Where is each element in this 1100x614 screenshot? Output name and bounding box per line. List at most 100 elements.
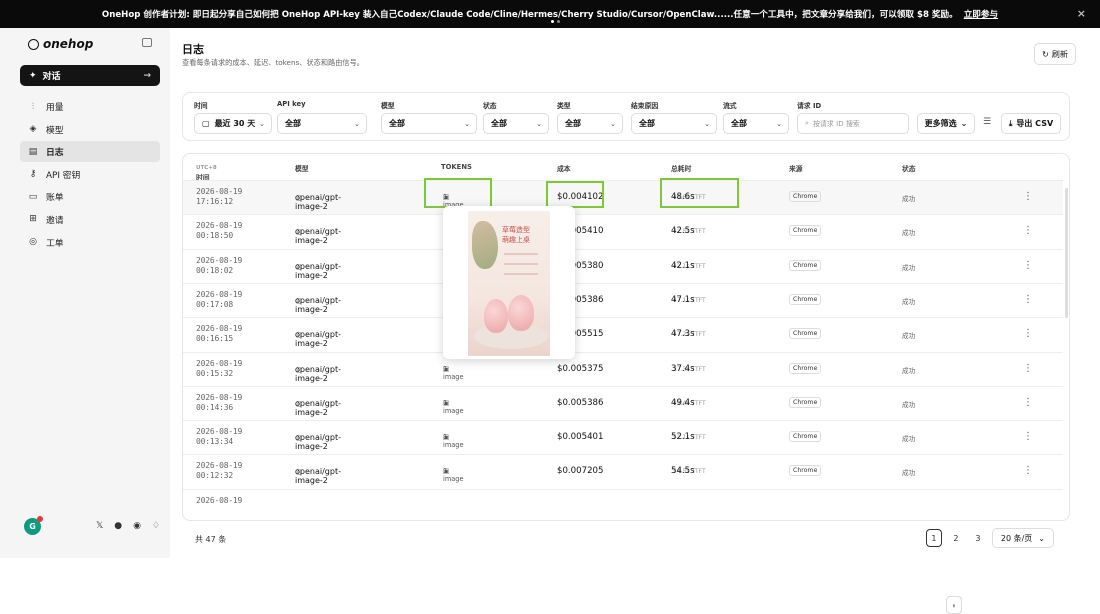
page-subtitle: 查看每条请求的成本、延迟、tokens、状态和路由信号。: [182, 58, 364, 67]
apikey-filter-value: 全部: [285, 119, 301, 128]
export-csv-button[interactable]: ⤓ 导出 CSV: [1001, 113, 1061, 134]
apikey-filter-select[interactable]: 全部 ⌄: [277, 113, 367, 134]
pagination: ‹ 1 2 3 › 20 条/页 ⌄: [925, 528, 1054, 614]
preview-title-line2: 萌趣上桌: [502, 236, 530, 244]
col-time-tz: UTC+8: [196, 165, 217, 171]
generated-image-thumbnail[interactable]: 草莓造型 萌趣上桌: [468, 211, 550, 356]
gift-icon: ⊞: [29, 214, 37, 225]
row-status: 成功: [902, 469, 916, 478]
row-duration-value: 37.4s: [671, 363, 695, 374]
row-source-badge: Chrome: [789, 225, 822, 237]
row-time: 2026-08-19 00:17:08: [196, 289, 256, 309]
sidebar-item-label: 模型: [46, 125, 64, 136]
table-header: 时间 UTC+8 模型 TOKENS 成本 总耗时 来源 状态: [183, 154, 1069, 182]
row-time: 2026-08-19 00:12:32: [196, 461, 256, 480]
row-status: 成功: [902, 195, 916, 203]
row-status: 成功: [902, 229, 916, 238]
banner-pager-dots[interactable]: [551, 20, 560, 23]
page-size-select[interactable]: 20 条/页 ⌄: [991, 528, 1054, 548]
row-more-icon[interactable]: ⋮: [1023, 328, 1033, 339]
type-filter-select[interactable]: 全部 ⌄: [557, 113, 623, 134]
telegram-icon[interactable]: ●: [114, 521, 122, 531]
row-status: 成功: [902, 332, 916, 341]
row-date: 2026-08-19: [196, 221, 243, 231]
x-icon[interactable]: 𝕏: [96, 521, 103, 531]
time-filter-select[interactable]: ▢ 最近 30 天 ⌄: [194, 113, 272, 134]
status-filter-value: 全部: [491, 119, 507, 128]
table-row[interactable]: 2026-08-19 00:15:32 ◎ openai/gpt-image-2 ▣ 1…: [183, 351, 1063, 386]
col-duration: 总耗时: [671, 165, 692, 173]
page-2-button[interactable]: 2: [948, 529, 964, 547]
sidebar-collapse-icon[interactable]: [142, 38, 152, 47]
row-more-icon[interactable]: ⋮: [1023, 363, 1033, 374]
next-page-button[interactable]: ›: [945, 596, 962, 614]
table-row[interactable]: 2026-08-1900:16:15◎openai/gpt-image-2▣ 1…: [183, 317, 1063, 351]
row-more-icon[interactable]: ⋮: [1023, 260, 1033, 271]
row-status: 成功: [902, 435, 916, 444]
chevron-down-icon: ⌄: [776, 119, 782, 128]
onehop-logo[interactable]: onehop: [28, 37, 93, 51]
more-filters-button[interactable]: 更多筛选 ⌄: [917, 113, 975, 134]
row-source-badge: Chrome: [789, 465, 822, 477]
row-date: 2026-08-19: [196, 495, 243, 505]
stream-filter-select[interactable]: 全部 ⌄: [723, 113, 789, 134]
row-more-icon[interactable]: ⋮: [1023, 431, 1033, 442]
total-count: 共 47 条: [195, 535, 227, 544]
announcement-banner: OneHop 创作者计划: 即日起分享自己如何把 OneHop API-key …: [0, 0, 1100, 28]
columns-icon[interactable]: ☰: [983, 117, 991, 127]
row-more-icon[interactable]: ⋮: [1023, 465, 1033, 476]
row-clock: 00:18:50: [196, 231, 233, 241]
row-time: 2026-08-19 00:14:36: [196, 393, 256, 412]
sidebar-item-tickets[interactable]: ◎ 工单: [20, 232, 160, 253]
chat-button-label: 对话: [42, 72, 61, 82]
sidebar-item-invite[interactable]: ⊞ 邀请: [20, 209, 160, 230]
table-row[interactable]: 2026-08-19 00:14:36 ◎ openai/gpt-image-2 ▣ 1…: [183, 385, 1063, 420]
row-date: 2026-08-19: [196, 289, 243, 299]
reqid-search-input[interactable]: ⌕ 按请求 ID 搜索: [797, 113, 909, 134]
banner-join-link[interactable]: 立即参与: [964, 8, 998, 20]
table-row[interactable]: 2026-08-1900:18:02◎openai/gpt-image-2▣ 1…: [183, 248, 1063, 283]
chat-button[interactable]: ✦ 对话 →: [20, 65, 160, 86]
page-3-button[interactable]: 3: [970, 529, 986, 547]
row-more-icon[interactable]: ⋮: [1023, 191, 1033, 202]
status-filter-select[interactable]: 全部 ⌄: [483, 113, 549, 134]
sidebar-item-label: API 密钥: [46, 170, 81, 181]
table-row[interactable]: 2026-08-19: [183, 488, 1063, 520]
refresh-button[interactable]: ↻ 刷新: [1034, 43, 1076, 65]
avatar[interactable]: G: [24, 515, 43, 535]
row-duration: 42.1s 42.1s TTFT: [671, 261, 706, 271]
sidebar-item-label: 日志: [46, 148, 64, 159]
banner-close-icon[interactable]: ×: [1077, 7, 1086, 20]
table-row[interactable]: 2026-08-19 00:12:32 ◎ openai/gpt-image-2 ▣ 1…: [183, 454, 1063, 488]
log-icon: ▤: [28, 146, 38, 157]
table-row[interactable]: 2026-08-1900:18:50◎openai/gpt-image-2▣ 1…: [183, 214, 1063, 248]
sidebar-item-api-keys[interactable]: ⚷ API 密钥: [20, 164, 160, 185]
page-title: 日志: [182, 43, 204, 56]
table-row[interactable]: 2026-08-19 00:13:34 ◎ openai/gpt-image-2 ▣ 1…: [183, 420, 1063, 454]
bell-icon[interactable]: ♢: [152, 521, 160, 531]
row-clock: 00:18:02: [196, 265, 233, 275]
table-row[interactable]: 2026-08-1900:17:08◎openai/gpt-image-2▣ 1…: [183, 282, 1063, 317]
col-tokens: TOKENS: [441, 163, 472, 171]
sidebar-item-usage[interactable]: ⫶ 用量: [20, 96, 160, 117]
row-duration-value: 49.4s: [671, 397, 695, 408]
sidebar-item-logs[interactable]: ▤ 日志: [20, 141, 160, 163]
table-scrollbar[interactable]: [1065, 188, 1068, 318]
model-filter-select[interactable]: 全部 ⌄: [381, 113, 477, 134]
page-1-button[interactable]: 1: [925, 529, 942, 547]
table-row[interactable]: 2026-08-19 17:16:12 ◎ openai/gpt-image-2 ▣ 1…: [183, 180, 1063, 214]
col-cost: 成本: [557, 165, 571, 173]
row-more-icon[interactable]: ⋮: [1023, 397, 1033, 408]
discord-icon[interactable]: ◉: [133, 521, 141, 531]
notification-dot: [37, 515, 43, 522]
sidebar-item-models[interactable]: ◈ 模型: [20, 119, 160, 140]
row-more-icon[interactable]: ⋮: [1023, 225, 1033, 236]
row-status: 成功: [902, 400, 916, 409]
reason-filter-select[interactable]: 全部 ⌄: [631, 113, 717, 134]
row-source-badge: Chrome: [789, 431, 822, 443]
sidebar-item-billing[interactable]: ▭ 账单: [20, 186, 160, 207]
row-more-icon[interactable]: ⋮: [1023, 294, 1033, 305]
row-date: 2026-08-19: [196, 255, 243, 265]
logo-text: onehop: [43, 37, 94, 51]
row-model-name: openai/gpt-image-2: [295, 433, 341, 452]
